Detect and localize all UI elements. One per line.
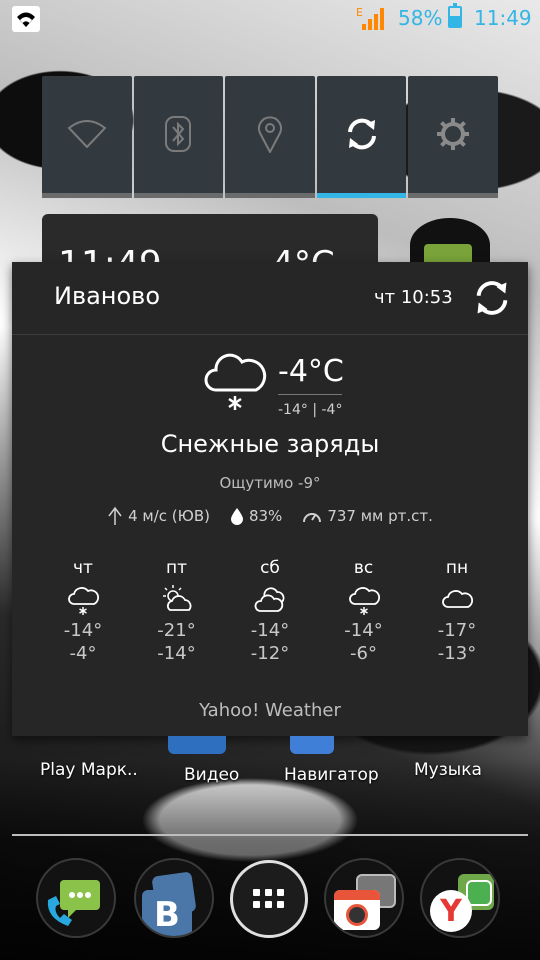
- dock: B Y: [0, 850, 540, 960]
- app-label-navigator[interactable]: Навигатор: [284, 765, 379, 785]
- update-time: чт 10:53: [374, 287, 453, 308]
- feels-like: Ощутимо -9°: [219, 474, 321, 492]
- status-bar: E 58% 11:49: [0, 0, 540, 38]
- forecast-day[interactable]: вс -14° -6°: [319, 558, 409, 664]
- wind-info: 4 м/с (ЮВ): [107, 506, 210, 526]
- toggle-indicator: [408, 193, 498, 198]
- sync-icon: [347, 118, 376, 150]
- refresh-button[interactable]: [472, 278, 512, 318]
- day-low: -12°: [250, 643, 290, 664]
- pressure-info: 737 мм рт.ст.: [302, 506, 433, 526]
- app-label-play-market[interactable]: Play Марк..: [40, 760, 138, 780]
- city-name[interactable]: Иваново: [54, 282, 160, 310]
- dock-divider: [12, 834, 528, 836]
- forecast-day[interactable]: чт -14° -4°: [38, 558, 128, 664]
- wifi-toggle[interactable]: [42, 76, 132, 198]
- status-time: 11:49: [474, 6, 532, 30]
- partly-sunny-icon: [132, 584, 222, 618]
- bluetooth-toggle[interactable]: [133, 76, 224, 198]
- toggle-indicator: [42, 193, 132, 198]
- day-name: сб: [260, 558, 280, 578]
- phone-icon[interactable]: [36, 858, 116, 938]
- day-high: -14°: [344, 620, 383, 641]
- yandex-logo: Y: [430, 890, 472, 932]
- provider-link[interactable]: Yahoo! Weather: [12, 700, 528, 721]
- weather-card: Иваново чт 10:53 -4°C -14° | -4° Снежные…: [12, 262, 528, 736]
- app-label-video[interactable]: Видео: [184, 765, 239, 785]
- snow-cloud-icon: [319, 584, 409, 618]
- current-temperature: -4°C: [278, 354, 344, 389]
- svg-text:E: E: [356, 6, 363, 19]
- humidity-info: 83%: [230, 506, 282, 526]
- day-high: -14°: [63, 620, 103, 641]
- refresh-icon: [476, 281, 508, 315]
- bluetooth-icon: [165, 116, 192, 152]
- wind-icon: [108, 506, 122, 525]
- toggle-indicator: [133, 193, 224, 198]
- humidity-value: 83%: [248, 507, 283, 525]
- wifi-status-icon: [12, 6, 40, 32]
- day-name: вс: [353, 558, 374, 578]
- battery-percent: 58%: [398, 6, 443, 30]
- gauge-icon: [303, 513, 322, 523]
- quick-settings-panel: [42, 76, 498, 198]
- weather-condition: Снежные заряды: [160, 430, 380, 458]
- wifi-icon: [67, 120, 107, 148]
- day-high: -14°: [250, 620, 290, 641]
- toggle-indicator: [316, 193, 407, 198]
- battery-fill: [450, 15, 460, 26]
- yandex-browser-icon[interactable]: Y: [420, 858, 500, 938]
- day-name: пн: [445, 558, 469, 578]
- app-drawer-icon[interactable]: [230, 860, 308, 938]
- forecast-day[interactable]: сб -14° -12°: [225, 558, 315, 664]
- forecast-day[interactable]: пн -17° -13°: [412, 558, 502, 664]
- forecast: чт -14° -4° пт -21° -14° сб -14° -12° вс…: [38, 558, 502, 664]
- settings-button[interactable]: [408, 76, 498, 198]
- sync-toggle[interactable]: [316, 76, 407, 198]
- vk-logo: B: [142, 890, 192, 936]
- day-low: -4°: [69, 643, 97, 664]
- divider: [278, 394, 342, 395]
- cloudy-icon: [225, 584, 315, 618]
- camera-icon[interactable]: [324, 858, 404, 938]
- day-name: пт: [165, 558, 188, 578]
- app-label-music[interactable]: Музыка: [414, 760, 482, 780]
- forecast-day[interactable]: пт -21° -14°: [132, 558, 222, 664]
- day-low: -13°: [437, 643, 477, 664]
- location-icon: [258, 116, 282, 153]
- gear-icon: [437, 118, 470, 150]
- toggle-indicator: [225, 193, 315, 198]
- day-low: -14°: [157, 643, 196, 664]
- camera-body: [334, 890, 380, 930]
- video-icon[interactable]: [168, 736, 226, 754]
- navigator-icon[interactable]: [290, 736, 334, 754]
- location-toggle[interactable]: [225, 76, 315, 198]
- snow-cloud-icon: [202, 350, 268, 418]
- vk-icon[interactable]: B: [134, 858, 214, 938]
- day-high: -21°: [157, 620, 196, 641]
- day-name: чт: [73, 558, 93, 578]
- weather-header: Иваново чт 10:53: [12, 262, 528, 335]
- day-low: -6°: [350, 643, 377, 664]
- battery-icon: [448, 3, 462, 28]
- cloud-icon: [412, 584, 502, 618]
- day-high: -17°: [437, 620, 477, 641]
- wind-value: 4 м/с (ЮВ): [128, 507, 210, 525]
- cell-signal-icon: E: [356, 6, 386, 36]
- weather-details: 4 м/с (ЮВ) 83% 737 мм рт.ст.: [12, 506, 528, 526]
- droplet-icon: [230, 508, 243, 525]
- snow-cloud-icon: [38, 584, 128, 618]
- pressure-value: 737 мм рт.ст.: [327, 507, 433, 525]
- temperature-range: -14° | -4°: [278, 402, 343, 418]
